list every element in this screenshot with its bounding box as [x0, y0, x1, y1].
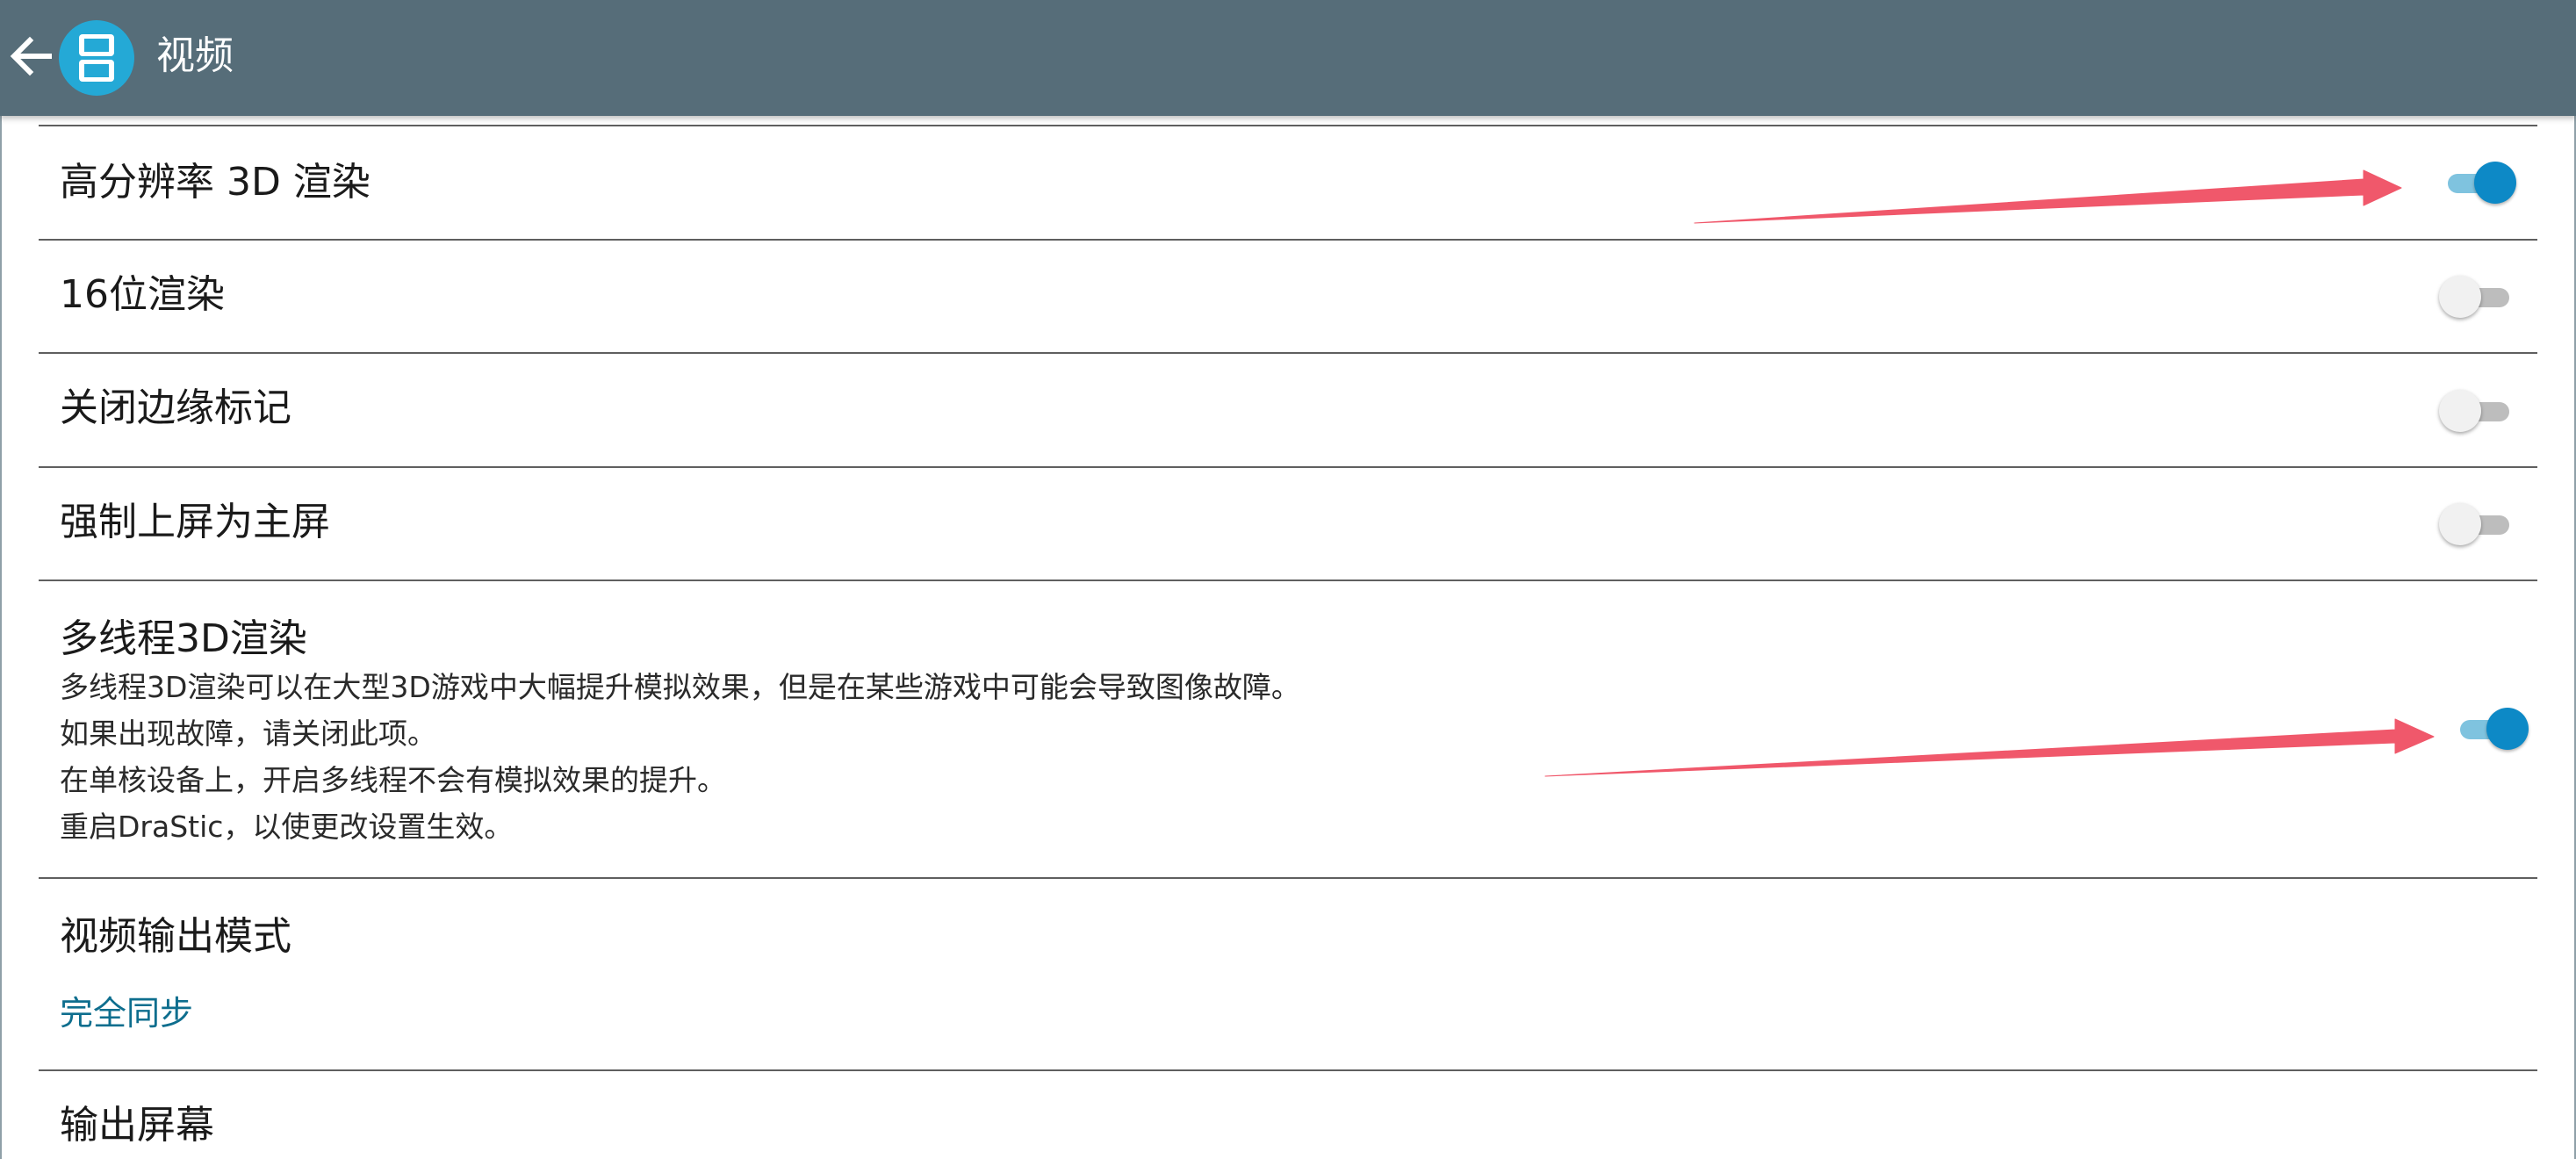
setting-title: 强制上屏为主屏 [60, 500, 330, 544]
high-res-3d-toggle[interactable] [2439, 156, 2516, 209]
setting-summary-line: 多线程3D渲染可以在大型3D游戏中大幅提升模拟效果，但是在某些游戏中可能会导致图… [60, 670, 1300, 704]
toggle-thumb [2439, 276, 2481, 318]
setting-title: 16位渲染 [60, 272, 225, 317]
toggle-thumb [2439, 503, 2481, 545]
page-title: 视频 [156, 33, 234, 78]
setting-video-output-mode[interactable]: 视频输出模式 完全同步 [39, 879, 2537, 1069]
setting-edge-marking[interactable]: 关闭边缘标记 [39, 354, 2537, 466]
edge-marking-toggle[interactable] [2439, 385, 2516, 437]
force-top-screen-toggle[interactable] [2439, 498, 2516, 551]
back-button[interactable] [4, 28, 60, 84]
setting-value: 完全同步 [60, 994, 194, 1033]
left-frame-line [0, 116, 2, 1159]
setting-multithread-3d[interactable]: 多线程3D渲染 多线程3D渲染可以在大型3D游戏中大幅提升模拟效果，但是在某些游… [39, 581, 2537, 877]
app-bar: 视频 [0, 0, 2576, 116]
setting-output-screen[interactable]: 输出屏幕 [39, 1071, 2537, 1159]
setting-high-res-3d[interactable]: 高分辨率 3D 渲染 [39, 126, 2537, 239]
nintendo-ds-logo-icon [58, 19, 135, 97]
setting-title: 关闭边缘标记 [60, 385, 291, 430]
16bit-render-toggle[interactable] [2439, 270, 2516, 323]
toggle-thumb [2474, 162, 2516, 204]
setting-force-top-screen[interactable]: 强制上屏为主屏 [39, 468, 2537, 580]
toggle-thumb [2439, 390, 2481, 432]
setting-title: 输出屏幕 [60, 1103, 214, 1148]
setting-summary-line: 在单核设备上，开启多线程不会有模拟效果的提升。 [60, 763, 726, 797]
setting-title: 视频输出模式 [60, 914, 291, 959]
setting-title: 多线程3D渲染 [60, 616, 307, 661]
setting-summary-line: 如果出现故障，请关闭此项。 [60, 716, 436, 751]
setting-summary-line: 重启DraStic，以使更改设置生效。 [60, 810, 514, 844]
setting-16bit-render[interactable]: 16位渲染 [39, 241, 2537, 352]
toggle-thumb [2486, 708, 2529, 750]
arrow-back-icon [10, 36, 52, 76]
setting-title: 高分辨率 3D 渲染 [60, 160, 371, 205]
multithread-3d-toggle[interactable] [2451, 702, 2529, 755]
